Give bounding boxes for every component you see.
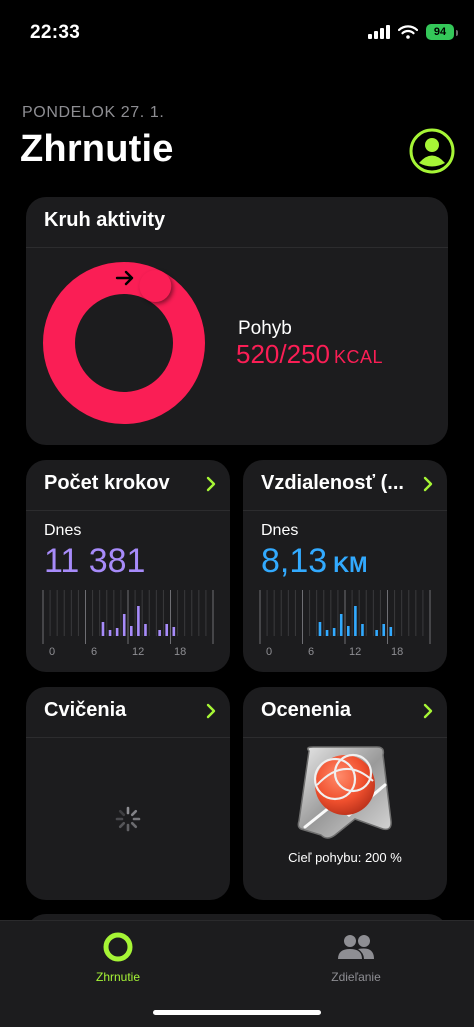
distance-card[interactable]: Vzdialenosť (... Dnes 8,13 KM 0 6 12 18 [243,460,447,672]
distance-value-unit: KM [333,552,368,577]
tick-label-6: 6 [308,646,315,658]
chart-bar [137,606,140,636]
distance-hourly-chart [259,590,431,644]
chart-bar [375,630,378,636]
cellular-signal-icon [368,25,390,39]
home-indicator [153,1010,321,1015]
chart-bar [144,624,147,636]
tab-sharing[interactable]: Zdieľanie [296,931,416,984]
activity-ring-card[interactable]: Kruh aktivity Pohyb 520/250 KCAL [26,197,448,445]
chart-bar [354,606,357,636]
move-value: 520/250 KCAL [236,339,383,370]
battery-indicator: 94 [426,24,458,40]
chevron-right-icon [423,476,433,492]
chevron-right-icon [206,476,216,492]
card-title: Kruh aktivity [44,209,166,231]
tick-label-18: 18 [174,646,187,658]
chart-bar [158,630,161,636]
chart-bar [172,627,176,636]
move-label: Pohyb [238,318,292,339]
chevron-right-icon [206,703,216,719]
divider [243,510,447,511]
tab-label: Zdieľanie [331,970,381,984]
chart-bar [318,622,322,636]
divider [26,510,230,511]
steps-card[interactable]: Počet krokov Dnes 11 381 0 6 12 18 [26,460,230,672]
chart-bar [130,626,133,636]
loading-spinner-icon [115,806,141,832]
profile-button[interactable] [409,128,455,179]
chart-bar [347,626,350,636]
profile-avatar-icon [409,128,455,174]
move-goal-award-badge-icon [297,746,392,839]
move-ring-progress [43,262,205,424]
tick-label-18: 18 [391,646,404,658]
chart-bar [339,614,343,636]
chart-bar [382,624,386,636]
card-title: Počet krokov [44,472,170,494]
tick-label-0: 0 [49,646,56,658]
today-label: Dnes [44,522,82,539]
today-label: Dnes [261,522,299,539]
steps-hourly-chart [42,590,214,644]
status-time: 22:33 [30,22,81,43]
move-ring-cap [139,270,172,303]
divider [26,737,230,738]
tab-label: Zhrnutie [95,970,141,984]
move-ring-chart [43,262,205,424]
tab-summary[interactable]: Zhrnutie [58,931,178,984]
divider [26,247,448,248]
chart-bar [325,630,329,636]
chart-bar [108,630,112,636]
page-title: Zhrnutie [20,128,174,170]
card-title: Vzdialenosť (... [261,472,404,494]
tick-label-12: 12 [349,646,362,658]
card-title: Ocenenia [261,699,352,721]
move-value-number: 520/250 [236,339,330,369]
chart-bar [389,627,393,636]
chevron-right-icon [423,703,433,719]
chart-bar [115,628,119,636]
move-value-unit: KCAL [333,347,384,367]
chart-bar [361,624,364,636]
divider [243,737,447,738]
chart-bar [101,622,105,636]
tick-label-12: 12 [132,646,145,658]
distance-value-number: 8,13 [261,542,328,580]
distance-value: 8,13 KM [261,542,367,581]
wifi-icon [398,25,418,39]
card-title: Cvičenia [44,699,127,721]
award-caption: Cieľ pohybu: 200 % [288,850,402,865]
steps-value: 11 381 [44,542,146,580]
chart-bar [332,628,336,636]
tick-label-0: 0 [266,646,273,658]
status-icons: 94 [368,24,458,40]
tick-label-6: 6 [91,646,98,658]
awards-card[interactable]: Ocenenia Cieľ pohybu: 200 % [243,687,447,900]
chart-bar [165,624,169,636]
date-label: PONDELOK 27. 1. [22,104,165,121]
people-icon [338,935,374,959]
activity-ring-icon [103,932,133,962]
workouts-card[interactable]: Cvičenia [26,687,230,900]
chart-bar [122,614,126,636]
